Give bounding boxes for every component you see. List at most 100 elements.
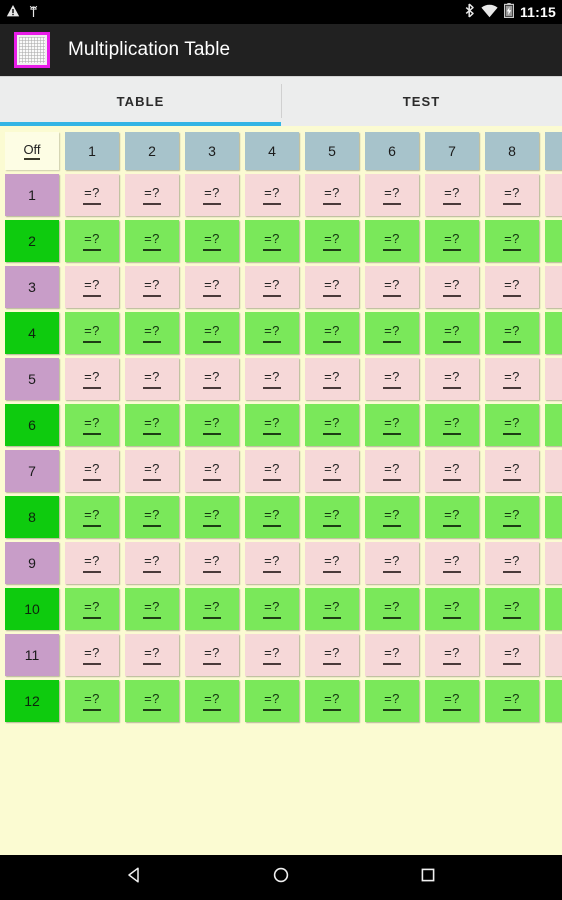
column-header-4[interactable]: 4 bbox=[245, 132, 299, 170]
tab-table[interactable]: TABLE bbox=[0, 76, 281, 126]
product-cell-9x2[interactable]: =? bbox=[125, 542, 179, 584]
product-cell-3x5[interactable]: =? bbox=[305, 266, 359, 308]
product-cell-10x4[interactable]: =? bbox=[245, 588, 299, 630]
product-cell-3x9[interactable]: =? bbox=[545, 266, 562, 308]
tab-test[interactable]: TEST bbox=[281, 76, 562, 126]
product-cell-5x9[interactable]: =? bbox=[545, 358, 562, 400]
product-cell-7x2[interactable]: =? bbox=[125, 450, 179, 492]
product-cell-2x9[interactable]: =? bbox=[545, 220, 562, 262]
row-header-5[interactable]: 5 bbox=[5, 358, 59, 400]
product-cell-11x4[interactable]: =? bbox=[245, 634, 299, 676]
product-cell-11x9[interactable]: =? bbox=[545, 634, 562, 676]
row-header-10[interactable]: 10 bbox=[5, 588, 59, 630]
column-header-8[interactable]: 8 bbox=[485, 132, 539, 170]
product-cell-11x3[interactable]: =? bbox=[185, 634, 239, 676]
product-cell-5x4[interactable]: =? bbox=[245, 358, 299, 400]
column-header-2[interactable]: 2 bbox=[125, 132, 179, 170]
product-cell-9x4[interactable]: =? bbox=[245, 542, 299, 584]
product-cell-8x1[interactable]: =? bbox=[65, 496, 119, 538]
toggle-off-button[interactable]: Off bbox=[5, 132, 59, 170]
product-cell-6x9[interactable]: =? bbox=[545, 404, 562, 446]
product-cell-10x9[interactable]: =? bbox=[545, 588, 562, 630]
product-cell-11x1[interactable]: =? bbox=[65, 634, 119, 676]
product-cell-6x1[interactable]: =? bbox=[65, 404, 119, 446]
product-cell-7x5[interactable]: =? bbox=[305, 450, 359, 492]
product-cell-8x4[interactable]: =? bbox=[245, 496, 299, 538]
product-cell-10x6[interactable]: =? bbox=[365, 588, 419, 630]
product-cell-2x5[interactable]: =? bbox=[305, 220, 359, 262]
product-cell-5x5[interactable]: =? bbox=[305, 358, 359, 400]
product-cell-4x1[interactable]: =? bbox=[65, 312, 119, 354]
row-header-1[interactable]: 1 bbox=[5, 174, 59, 216]
product-cell-12x2[interactable]: =? bbox=[125, 680, 179, 722]
product-cell-5x7[interactable]: =? bbox=[425, 358, 479, 400]
product-cell-6x4[interactable]: =? bbox=[245, 404, 299, 446]
product-cell-9x8[interactable]: =? bbox=[485, 542, 539, 584]
product-cell-2x8[interactable]: =? bbox=[485, 220, 539, 262]
product-cell-5x3[interactable]: =? bbox=[185, 358, 239, 400]
product-cell-4x6[interactable]: =? bbox=[365, 312, 419, 354]
column-header-9[interactable]: 9 bbox=[545, 132, 562, 170]
product-cell-10x2[interactable]: =? bbox=[125, 588, 179, 630]
product-cell-12x6[interactable]: =? bbox=[365, 680, 419, 722]
product-cell-3x4[interactable]: =? bbox=[245, 266, 299, 308]
product-cell-1x5[interactable]: =? bbox=[305, 174, 359, 216]
product-cell-11x5[interactable]: =? bbox=[305, 634, 359, 676]
row-header-2[interactable]: 2 bbox=[5, 220, 59, 262]
column-header-3[interactable]: 3 bbox=[185, 132, 239, 170]
product-cell-4x4[interactable]: =? bbox=[245, 312, 299, 354]
product-cell-8x7[interactable]: =? bbox=[425, 496, 479, 538]
product-cell-4x2[interactable]: =? bbox=[125, 312, 179, 354]
product-cell-1x9[interactable]: =? bbox=[545, 174, 562, 216]
recents-button[interactable] bbox=[401, 855, 455, 900]
product-cell-11x6[interactable]: =? bbox=[365, 634, 419, 676]
row-header-9[interactable]: 9 bbox=[5, 542, 59, 584]
product-cell-8x3[interactable]: =? bbox=[185, 496, 239, 538]
product-cell-2x6[interactable]: =? bbox=[365, 220, 419, 262]
product-cell-12x8[interactable]: =? bbox=[485, 680, 539, 722]
product-cell-8x5[interactable]: =? bbox=[305, 496, 359, 538]
product-cell-2x4[interactable]: =? bbox=[245, 220, 299, 262]
multiplication-table-area[interactable]: Off1234567891=?=?=?=?=?=?=?=?=?2=?=?=?=?… bbox=[0, 126, 562, 855]
product-cell-7x4[interactable]: =? bbox=[245, 450, 299, 492]
multiplication-grid-icon[interactable] bbox=[14, 32, 50, 68]
product-cell-3x6[interactable]: =? bbox=[365, 266, 419, 308]
product-cell-1x1[interactable]: =? bbox=[65, 174, 119, 216]
product-cell-9x7[interactable]: =? bbox=[425, 542, 479, 584]
product-cell-4x9[interactable]: =? bbox=[545, 312, 562, 354]
product-cell-2x2[interactable]: =? bbox=[125, 220, 179, 262]
product-cell-3x1[interactable]: =? bbox=[65, 266, 119, 308]
row-header-12[interactable]: 12 bbox=[5, 680, 59, 722]
product-cell-12x9[interactable]: =? bbox=[545, 680, 562, 722]
product-cell-12x1[interactable]: =? bbox=[65, 680, 119, 722]
product-cell-9x3[interactable]: =? bbox=[185, 542, 239, 584]
product-cell-1x2[interactable]: =? bbox=[125, 174, 179, 216]
product-cell-12x7[interactable]: =? bbox=[425, 680, 479, 722]
back-button[interactable] bbox=[107, 855, 161, 900]
product-cell-11x7[interactable]: =? bbox=[425, 634, 479, 676]
product-cell-9x6[interactable]: =? bbox=[365, 542, 419, 584]
product-cell-1x3[interactable]: =? bbox=[185, 174, 239, 216]
product-cell-3x7[interactable]: =? bbox=[425, 266, 479, 308]
product-cell-3x8[interactable]: =? bbox=[485, 266, 539, 308]
product-cell-5x2[interactable]: =? bbox=[125, 358, 179, 400]
product-cell-1x7[interactable]: =? bbox=[425, 174, 479, 216]
product-cell-1x4[interactable]: =? bbox=[245, 174, 299, 216]
product-cell-7x7[interactable]: =? bbox=[425, 450, 479, 492]
product-cell-9x1[interactable]: =? bbox=[65, 542, 119, 584]
home-button[interactable] bbox=[254, 855, 308, 900]
product-cell-12x3[interactable]: =? bbox=[185, 680, 239, 722]
product-cell-10x3[interactable]: =? bbox=[185, 588, 239, 630]
product-cell-12x5[interactable]: =? bbox=[305, 680, 359, 722]
row-header-4[interactable]: 4 bbox=[5, 312, 59, 354]
product-cell-12x4[interactable]: =? bbox=[245, 680, 299, 722]
product-cell-1x6[interactable]: =? bbox=[365, 174, 419, 216]
row-header-7[interactable]: 7 bbox=[5, 450, 59, 492]
product-cell-10x5[interactable]: =? bbox=[305, 588, 359, 630]
product-cell-2x3[interactable]: =? bbox=[185, 220, 239, 262]
product-cell-8x6[interactable]: =? bbox=[365, 496, 419, 538]
product-cell-4x5[interactable]: =? bbox=[305, 312, 359, 354]
product-cell-5x6[interactable]: =? bbox=[365, 358, 419, 400]
product-cell-9x9[interactable]: =? bbox=[545, 542, 562, 584]
product-cell-6x5[interactable]: =? bbox=[305, 404, 359, 446]
